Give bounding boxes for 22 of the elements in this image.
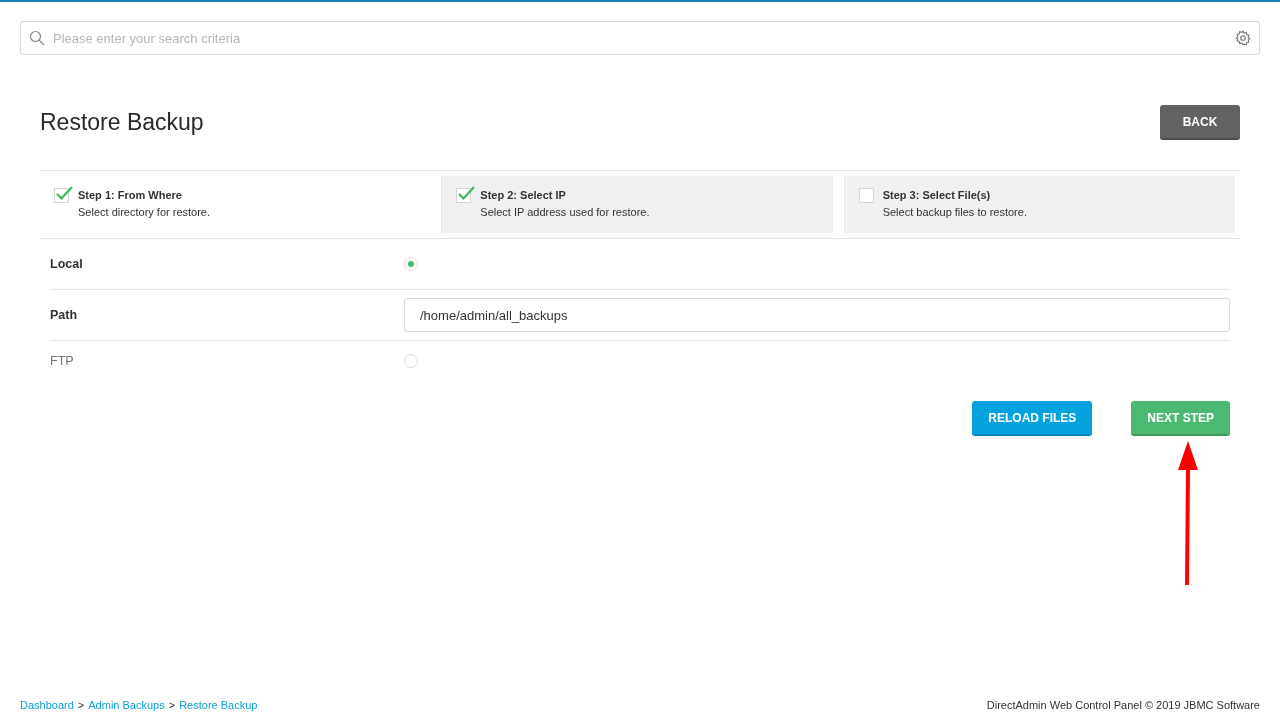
wizard-step[interactable]: Step 2: Select IP Select IP address used for restore.: [441, 176, 833, 233]
breadcrumb-link[interactable]: Restore Backup: [179, 699, 258, 711]
step-description: Select directory for restore.: [78, 206, 211, 218]
search-field[interactable]: Please enter your search criteria: [20, 21, 1260, 55]
back-button[interactable]: BACK: [1160, 105, 1240, 140]
breadcrumb-link[interactable]: Admin Backups: [88, 699, 165, 711]
breadcrumb-separator: >: [77, 699, 85, 711]
step-title: Step 1: From Where: [78, 189, 183, 201]
option-label: Local: [50, 257, 84, 271]
breadcrumb-link[interactable]: Dashboard: [20, 699, 74, 711]
step-title: Step 3: Select File(s): [882, 189, 992, 201]
field-label: Path: [50, 308, 79, 322]
step-description: Select IP address used for restore.: [480, 206, 650, 218]
footer-text: DirectAdmin Web Control Panel © 2019 JBMC Software: [986, 699, 1260, 711]
breadcrumb-separator: >: [168, 699, 176, 711]
settings-icon[interactable]: [1235, 30, 1251, 46]
step-title: Step 2: Select IP: [480, 189, 567, 201]
step-description: Select backup files to restore.: [882, 206, 1027, 218]
page-title: Restore Backup: [40, 109, 204, 136]
wizard-step[interactable]: Step 3: Select File(s) Select backup files to restore.: [843, 176, 1235, 233]
option-label: FTP: [50, 354, 75, 368]
path-input[interactable]: /home/admin/all_backups: [404, 298, 1230, 332]
